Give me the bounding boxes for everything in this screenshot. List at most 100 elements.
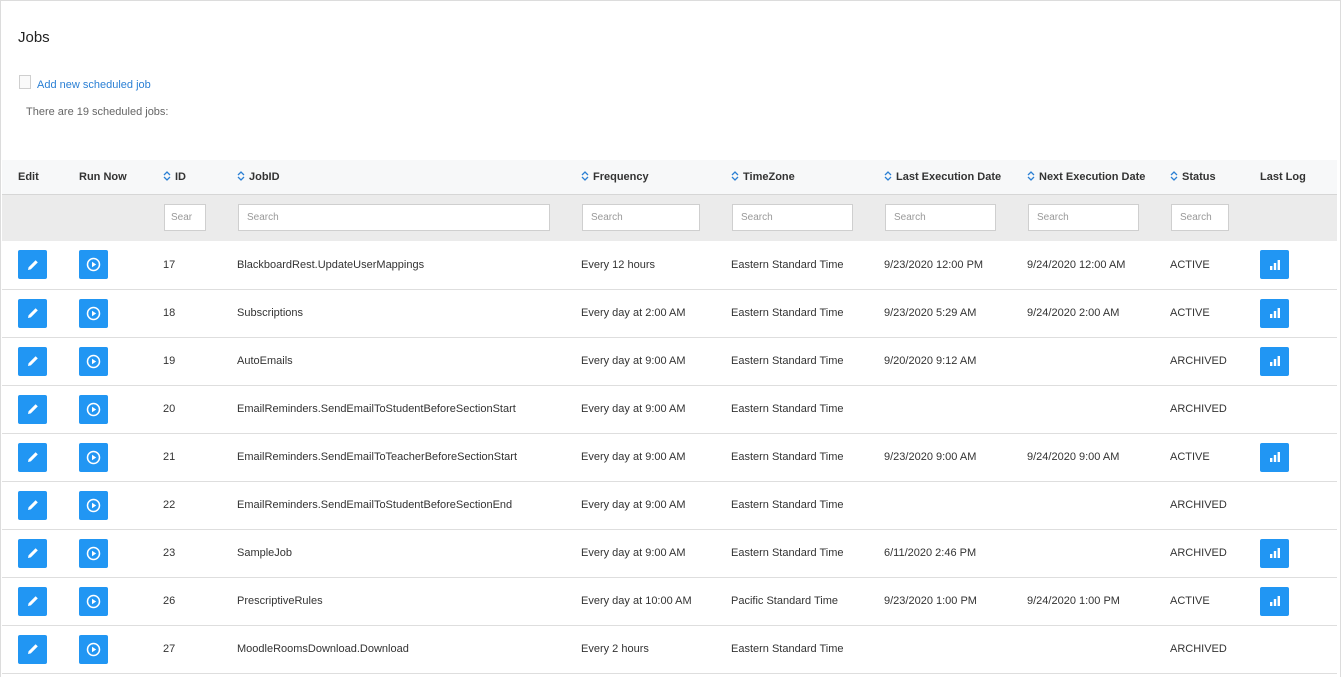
cell-id: 19 — [163, 355, 176, 367]
cell-status: ARCHIVED — [1170, 643, 1227, 655]
edit-button[interactable] — [18, 586, 47, 616]
play-circle-icon — [86, 257, 101, 272]
edit-button[interactable] — [18, 250, 47, 280]
sort-arrows-icon[interactable] — [731, 170, 739, 181]
last-log-button[interactable] — [1260, 586, 1289, 616]
edit-button[interactable] — [18, 538, 47, 568]
edit-button[interactable] — [18, 634, 47, 664]
run-now-button[interactable] — [79, 250, 108, 280]
frequency-search-input[interactable] — [582, 204, 700, 232]
run-now-button[interactable] — [79, 490, 108, 520]
header-timezone[interactable]: TimeZone — [731, 160, 884, 194]
cell-last-exec: 9/20/2020 9:12 AM — [884, 355, 977, 367]
next-exec-search-input[interactable] — [1028, 204, 1139, 232]
header-last-exec[interactable]: Last Execution Date — [884, 160, 1027, 194]
cell-next-exec — [1027, 385, 1170, 433]
cell-status: ACTIVE — [1170, 258, 1210, 271]
header-id[interactable]: ID — [163, 160, 237, 194]
header-next-exec-label: Next Execution Date — [1039, 170, 1146, 183]
cell-timezone: Eastern Standard Time — [731, 355, 844, 367]
timezone-search-input[interactable] — [732, 204, 853, 232]
play-circle-icon — [86, 498, 101, 513]
cell-status: ARCHIVED — [1170, 355, 1227, 367]
run-now-button[interactable] — [79, 346, 108, 376]
table-row: 26 PrescriptiveRules Every day at 10:00 … — [2, 577, 1337, 625]
cell-id: 23 — [163, 547, 176, 559]
run-now-button[interactable] — [79, 634, 108, 664]
jobs-table: Edit Run Now ID JobID Frequency TimeZone… — [2, 160, 1337, 674]
status-search-input[interactable] — [1171, 204, 1229, 232]
cell-id: 20 — [163, 403, 176, 415]
cell-jobid: BlackboardRest.UpdateUserMappings — [237, 258, 425, 271]
play-circle-icon — [86, 354, 101, 369]
run-now-button[interactable] — [79, 394, 108, 424]
cell-jobid: EmailReminders.SendEmailToStudentBeforeS… — [237, 499, 513, 511]
pencil-icon — [26, 354, 40, 368]
add-job-link[interactable]: Add new scheduled job — [19, 75, 151, 92]
header-frequency[interactable]: Frequency — [581, 160, 731, 194]
sort-arrows-icon[interactable] — [884, 170, 892, 181]
pencil-icon — [26, 450, 40, 464]
sort-arrows-icon[interactable] — [1027, 170, 1035, 181]
run-now-button[interactable] — [79, 586, 108, 616]
cell-last-log — [1260, 433, 1337, 481]
header-next-exec[interactable]: Next Execution Date — [1027, 160, 1170, 194]
cell-last-log — [1260, 289, 1337, 337]
cell-frequency: Every day at 9:00 AM — [581, 547, 686, 559]
edit-button[interactable] — [18, 298, 47, 328]
cell-timezone: Eastern Standard Time — [731, 451, 844, 463]
filter-row — [2, 194, 1337, 241]
bar-chart-icon — [1268, 306, 1282, 320]
add-job-label[interactable]: Add new scheduled job — [37, 79, 151, 91]
cell-last-log — [1260, 625, 1337, 673]
cell-frequency: Every day at 9:00 AM — [581, 499, 686, 511]
cell-last-exec — [884, 385, 1027, 433]
sort-arrows-icon[interactable] — [237, 170, 245, 181]
id-search-input[interactable] — [164, 204, 206, 232]
last-log-button[interactable] — [1260, 346, 1289, 376]
cell-id: 18 — [163, 307, 176, 319]
edit-button[interactable] — [18, 490, 47, 520]
run-now-button[interactable] — [79, 298, 108, 328]
jobid-search-input[interactable] — [238, 204, 550, 232]
cell-last-log — [1260, 577, 1337, 625]
last-log-button[interactable] — [1260, 298, 1289, 328]
last-log-button[interactable] — [1260, 538, 1289, 568]
cell-next-exec — [1027, 529, 1170, 577]
sort-arrows-icon[interactable] — [581, 170, 589, 181]
edit-button[interactable] — [18, 442, 47, 472]
run-now-button[interactable] — [79, 442, 108, 472]
edit-button[interactable] — [18, 346, 47, 376]
header-jobid[interactable]: JobID — [237, 160, 581, 194]
header-last-log: Last Log — [1260, 170, 1306, 183]
sort-arrows-icon[interactable] — [163, 170, 171, 181]
cell-last-log — [1260, 337, 1337, 385]
pencil-icon — [26, 258, 40, 272]
header-status[interactable]: Status — [1170, 160, 1260, 194]
last-log-button[interactable] — [1260, 250, 1289, 280]
table-row: 22 EmailReminders.SendEmailToStudentBefo… — [2, 481, 1337, 529]
cell-id: 17 — [163, 258, 176, 271]
table-row: 20 EmailReminders.SendEmailToStudentBefo… — [2, 385, 1337, 433]
sort-arrows-icon[interactable] — [1170, 170, 1178, 181]
table-row: 21 EmailReminders.SendEmailToTeacherBefo… — [2, 433, 1337, 481]
cell-last-exec: 6/11/2020 2:46 PM — [884, 547, 977, 559]
header-status-label: Status — [1182, 170, 1216, 183]
cell-timezone: Eastern Standard Time — [731, 643, 844, 655]
last-exec-search-input[interactable] — [885, 204, 996, 232]
cell-jobid: SampleJob — [237, 547, 293, 559]
edit-button[interactable] — [18, 394, 47, 424]
play-circle-icon — [86, 546, 101, 561]
table-row: 19 AutoEmails Every day at 9:00 AM Easte… — [2, 337, 1337, 385]
cell-next-exec: 9/24/2020 2:00 AM — [1027, 307, 1120, 319]
run-now-button[interactable] — [79, 538, 108, 568]
header-run-now: Run Now — [79, 170, 127, 183]
page-title: Jobs — [18, 29, 50, 46]
last-log-button[interactable] — [1260, 442, 1289, 472]
cell-status: ACTIVE — [1170, 595, 1210, 607]
bar-chart-icon — [1268, 354, 1282, 368]
pencil-icon — [26, 402, 40, 416]
cell-status: ARCHIVED — [1170, 403, 1227, 415]
cell-timezone: Eastern Standard Time — [731, 499, 844, 511]
cell-timezone: Eastern Standard Time — [731, 403, 844, 415]
